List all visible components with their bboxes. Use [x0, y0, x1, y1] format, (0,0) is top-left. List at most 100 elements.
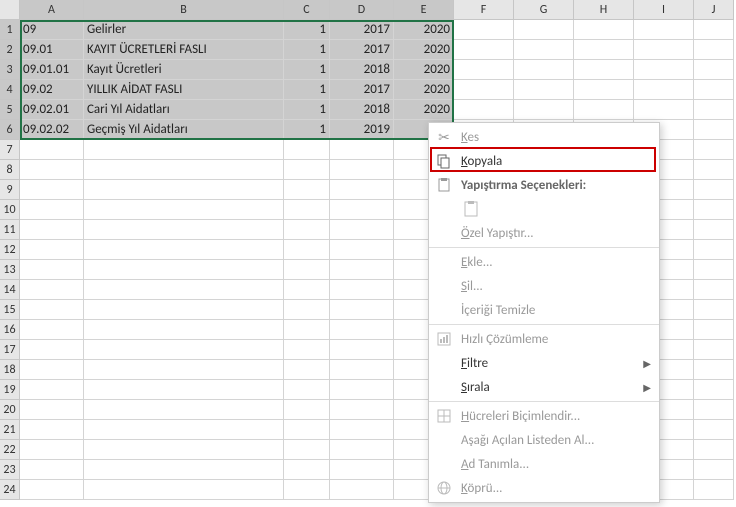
cell[interactable]	[694, 340, 734, 360]
cell[interactable]	[514, 80, 574, 100]
col-header-D[interactable]: D	[330, 0, 394, 20]
menu-clear-contents[interactable]: İçeriği Temizle	[429, 298, 659, 322]
cell[interactable]	[694, 280, 734, 300]
cell[interactable]	[330, 260, 394, 280]
cell[interactable]	[84, 340, 284, 360]
menu-hyperlink[interactable]: Köprü...	[429, 476, 659, 500]
menu-paste-special[interactable]: Özel Yapıştır...	[429, 221, 659, 245]
row-header[interactable]: 14	[0, 280, 20, 300]
cell[interactable]: 09.02.02	[20, 120, 84, 140]
cell[interactable]	[694, 60, 734, 80]
cell[interactable]	[454, 60, 514, 80]
cell[interactable]	[694, 100, 734, 120]
cell[interactable]	[20, 160, 84, 180]
cell[interactable]	[284, 240, 330, 260]
cell[interactable]	[84, 180, 284, 200]
cell[interactable]: 1	[284, 120, 330, 140]
cell[interactable]	[514, 40, 574, 60]
cell[interactable]	[84, 140, 284, 160]
cell[interactable]: 09.01.01	[20, 60, 84, 80]
cell[interactable]	[330, 160, 394, 180]
cell[interactable]	[330, 220, 394, 240]
cell[interactable]: 09.02	[20, 80, 84, 100]
cell[interactable]	[84, 480, 284, 500]
cell[interactable]: KAYIT ÜCRETLERİ FASLI	[84, 40, 284, 60]
cell[interactable]	[84, 380, 284, 400]
cell[interactable]	[20, 460, 84, 480]
cell[interactable]	[84, 360, 284, 380]
cell[interactable]: Gelirler	[84, 20, 284, 40]
cell[interactable]	[694, 420, 734, 440]
cell[interactable]	[84, 320, 284, 340]
cell[interactable]	[284, 180, 330, 200]
cell[interactable]	[694, 160, 734, 180]
cell[interactable]: 1	[284, 80, 330, 100]
row-header[interactable]: 2	[0, 40, 20, 60]
cell[interactable]	[284, 260, 330, 280]
cell[interactable]	[20, 200, 84, 220]
cell[interactable]	[84, 400, 284, 420]
cell[interactable]	[330, 480, 394, 500]
menu-filter[interactable]: Filtre ▶	[429, 351, 659, 375]
cell[interactable]	[84, 460, 284, 480]
cell[interactable]	[694, 360, 734, 380]
cell[interactable]	[284, 200, 330, 220]
row-header[interactable]: 4	[0, 80, 20, 100]
row-header[interactable]: 9	[0, 180, 20, 200]
menu-copy[interactable]: Kopyala	[429, 149, 659, 173]
cell[interactable]	[20, 400, 84, 420]
cell[interactable]	[20, 340, 84, 360]
cell[interactable]	[330, 440, 394, 460]
cell[interactable]	[284, 140, 330, 160]
menu-define-name[interactable]: Ad Tanımla...	[429, 452, 659, 476]
col-header-G[interactable]: G	[514, 0, 574, 20]
row-header[interactable]: 8	[0, 160, 20, 180]
cell[interactable]	[284, 160, 330, 180]
cell[interactable]	[284, 460, 330, 480]
cell[interactable]	[694, 80, 734, 100]
row-header[interactable]: 20	[0, 400, 20, 420]
cell[interactable]	[330, 400, 394, 420]
cell[interactable]	[84, 220, 284, 240]
cell[interactable]	[284, 320, 330, 340]
cell[interactable]: Cari Yıl Aidatları	[84, 100, 284, 120]
cell[interactable]	[84, 200, 284, 220]
cell[interactable]	[330, 240, 394, 260]
cell[interactable]	[574, 80, 634, 100]
col-header-H[interactable]: H	[574, 0, 634, 20]
cell[interactable]: 2017	[330, 40, 394, 60]
row-header[interactable]: 22	[0, 440, 20, 460]
cell[interactable]	[284, 480, 330, 500]
cell[interactable]	[84, 280, 284, 300]
row-header[interactable]: 1	[0, 20, 20, 40]
cell[interactable]	[634, 100, 694, 120]
cell[interactable]: 2020	[394, 80, 454, 100]
cell[interactable]: 2018	[330, 100, 394, 120]
cell[interactable]	[694, 240, 734, 260]
cell[interactable]	[284, 400, 330, 420]
cell[interactable]	[20, 300, 84, 320]
cell[interactable]: Geçmiş Yıl Aidatları	[84, 120, 284, 140]
row-header[interactable]: 16	[0, 320, 20, 340]
cell[interactable]	[330, 280, 394, 300]
cell[interactable]	[284, 220, 330, 240]
cell[interactable]	[514, 60, 574, 80]
cell[interactable]	[84, 420, 284, 440]
cell[interactable]	[454, 40, 514, 60]
cell[interactable]	[284, 360, 330, 380]
cell[interactable]: 2020	[394, 40, 454, 60]
cell[interactable]	[514, 20, 574, 40]
row-header[interactable]: 10	[0, 200, 20, 220]
cell[interactable]	[330, 180, 394, 200]
cell[interactable]	[284, 340, 330, 360]
cell[interactable]: 2018	[330, 60, 394, 80]
cell[interactable]: 1	[284, 40, 330, 60]
cell[interactable]	[694, 480, 734, 500]
cell[interactable]	[20, 440, 84, 460]
row-header[interactable]: 17	[0, 340, 20, 360]
cell[interactable]	[20, 280, 84, 300]
cell[interactable]	[330, 460, 394, 480]
row-header[interactable]: 24	[0, 480, 20, 500]
select-all-corner[interactable]	[0, 0, 20, 20]
cell[interactable]	[694, 120, 734, 140]
